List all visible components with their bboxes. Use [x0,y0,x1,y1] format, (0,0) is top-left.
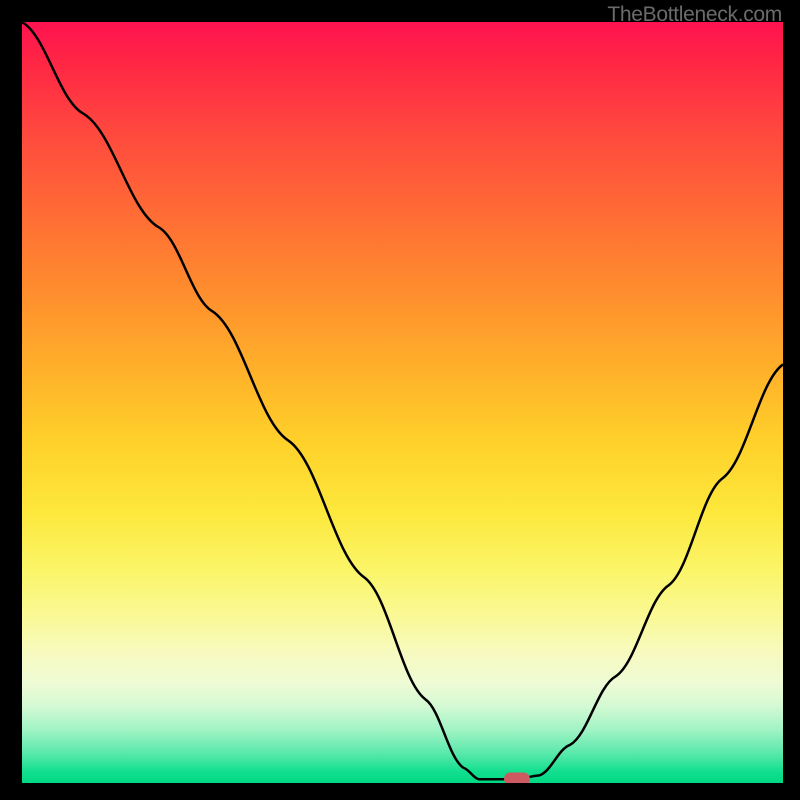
optimal-marker [504,773,530,783]
watermark-text: TheBottleneck.com [607,3,782,27]
chart-container: TheBottleneck.com [0,0,800,800]
curve-svg [22,22,783,783]
plot-area [22,22,783,783]
bottleneck-curve-path [22,22,783,779]
